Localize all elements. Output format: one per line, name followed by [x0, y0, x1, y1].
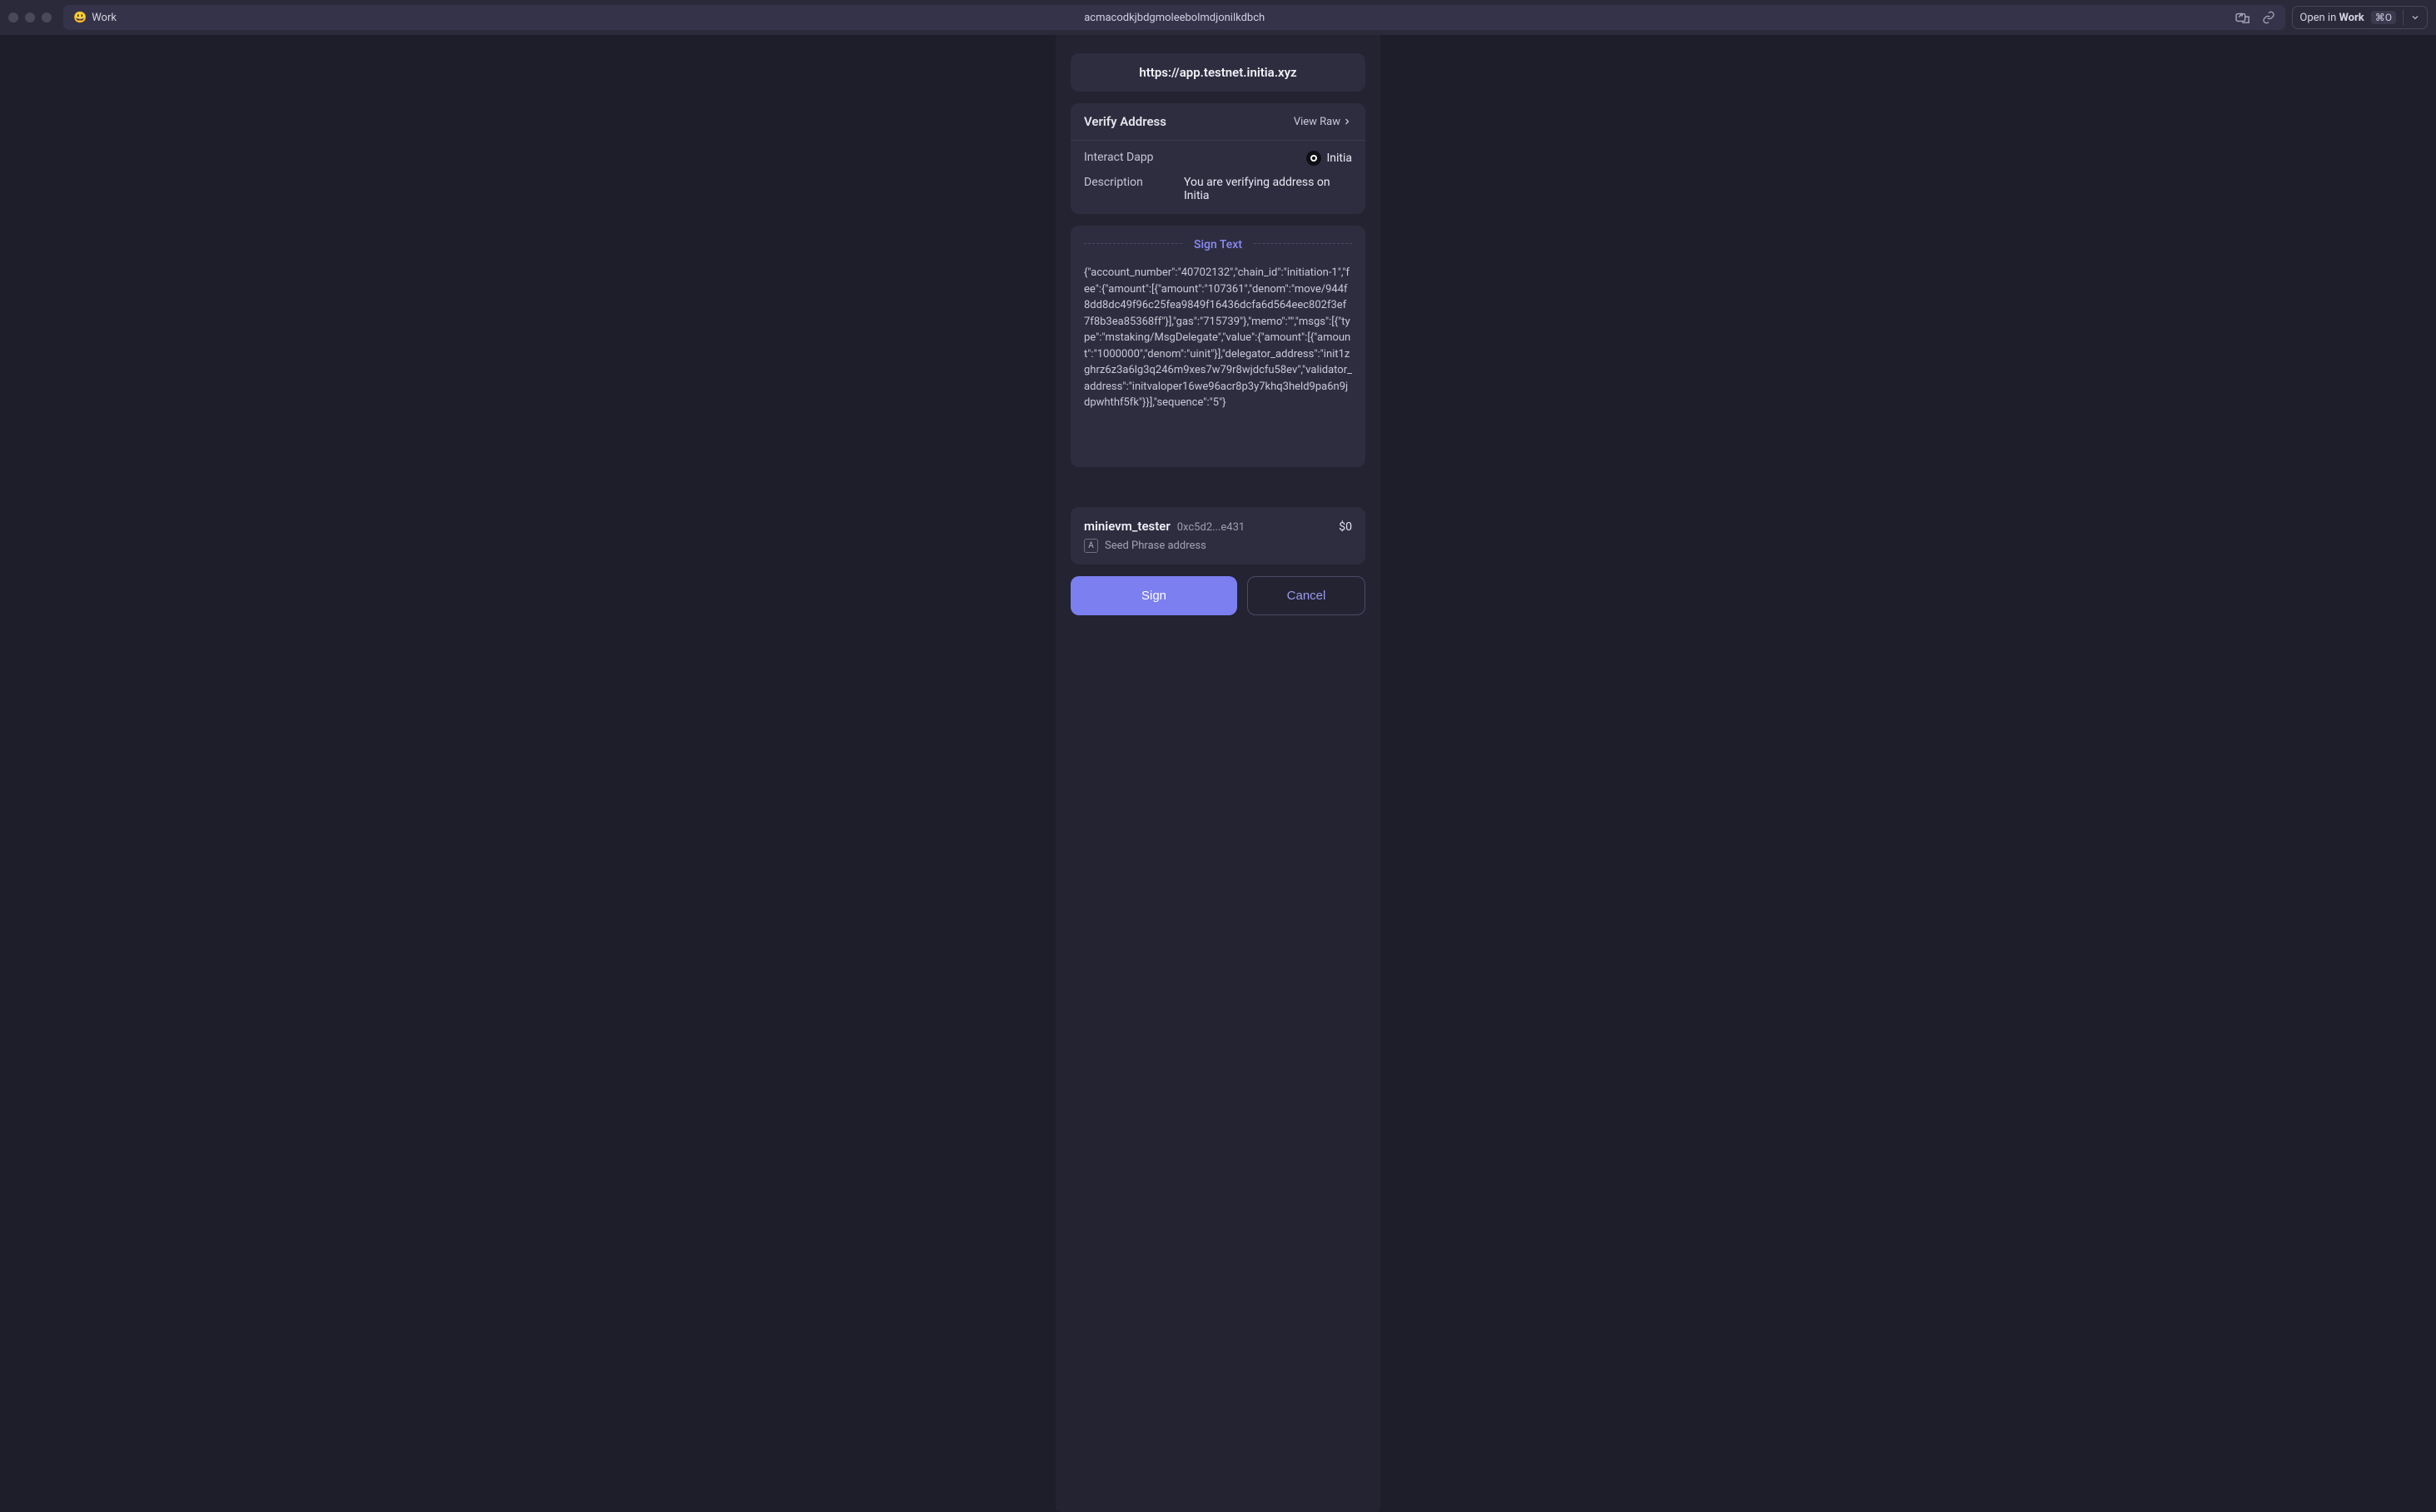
- window-controls[interactable]: [8, 12, 57, 22]
- interact-value: Initia: [1326, 152, 1352, 165]
- verify-card: Verify Address View Raw Interact Dapp In…: [1071, 103, 1365, 214]
- account-name: minievm_tester: [1084, 519, 1171, 534]
- sign-button[interactable]: Sign: [1071, 576, 1237, 615]
- open-in-shortcut: ⌘O: [2371, 11, 2396, 24]
- chevron-down-icon[interactable]: [2410, 12, 2420, 22]
- divider: [2403, 10, 2404, 25]
- open-in-label: Open in Work: [2299, 12, 2364, 24]
- profile-name: Work: [92, 12, 117, 24]
- action-buttons: Sign Cancel: [1071, 576, 1365, 615]
- window-titlebar: 😃 Work acmacodkjbdgmoleebolmdjonilkdbch: [0, 0, 2436, 35]
- account-type-label: Seed Phrase address: [1105, 540, 1206, 552]
- account-card: minievm_tester 0xc5d2...e431 $0 A Seed P…: [1071, 507, 1365, 565]
- location-text: acmacodkjbdgmoleebolmdjonilkdbch: [1084, 12, 1265, 24]
- content-area: https://app.testnet.initia.xyz Verify Ad…: [0, 35, 2436, 1512]
- account-address: 0xc5d2...e431: [1177, 521, 1245, 534]
- account-balance: $0: [1339, 520, 1352, 534]
- address-badge-icon: A: [1084, 539, 1098, 553]
- open-in-profile-button[interactable]: Open in Work ⌘O: [2292, 6, 2428, 29]
- copy-link-icon[interactable]: [2262, 11, 2275, 24]
- pip-icon[interactable]: [2235, 11, 2250, 24]
- cancel-button[interactable]: Cancel: [1247, 576, 1365, 615]
- description-value: You are verifying address on Initia: [1184, 176, 1352, 202]
- origin-text: https://app.testnet.initia.xyz: [1139, 65, 1296, 80]
- wallet-popup: https://app.testnet.initia.xyz Verify Ad…: [1056, 35, 1380, 1512]
- interact-label: Interact Dapp: [1084, 151, 1167, 166]
- location-bar[interactable]: 😃 Work acmacodkjbdgmoleebolmdjonilkdbch: [63, 5, 2285, 30]
- traffic-zoom[interactable]: [42, 12, 52, 22]
- sign-text-heading: Sign Text: [1184, 238, 1252, 251]
- sign-text-body: {"account_number":"40702132","chain_id":…: [1071, 260, 1365, 425]
- interact-dapp-row: Interact Dapp Initia: [1071, 141, 1365, 176]
- description-label: Description: [1084, 176, 1167, 202]
- profile-emoji-icon: 😃: [73, 12, 87, 24]
- description-row: Description You are verifying address on…: [1071, 176, 1365, 214]
- profile-chip[interactable]: 😃 Work: [73, 12, 117, 24]
- traffic-close[interactable]: [8, 12, 18, 22]
- dapp-logo-icon: [1306, 151, 1321, 166]
- chevron-right-icon: [1342, 117, 1352, 127]
- traffic-minimize[interactable]: [25, 12, 35, 22]
- request-origin: https://app.testnet.initia.xyz: [1071, 53, 1365, 92]
- view-raw-button[interactable]: View Raw: [1294, 116, 1352, 128]
- verify-title: Verify Address: [1084, 114, 1166, 129]
- sign-text-card: Sign Text {"account_number":"40702132","…: [1071, 226, 1365, 467]
